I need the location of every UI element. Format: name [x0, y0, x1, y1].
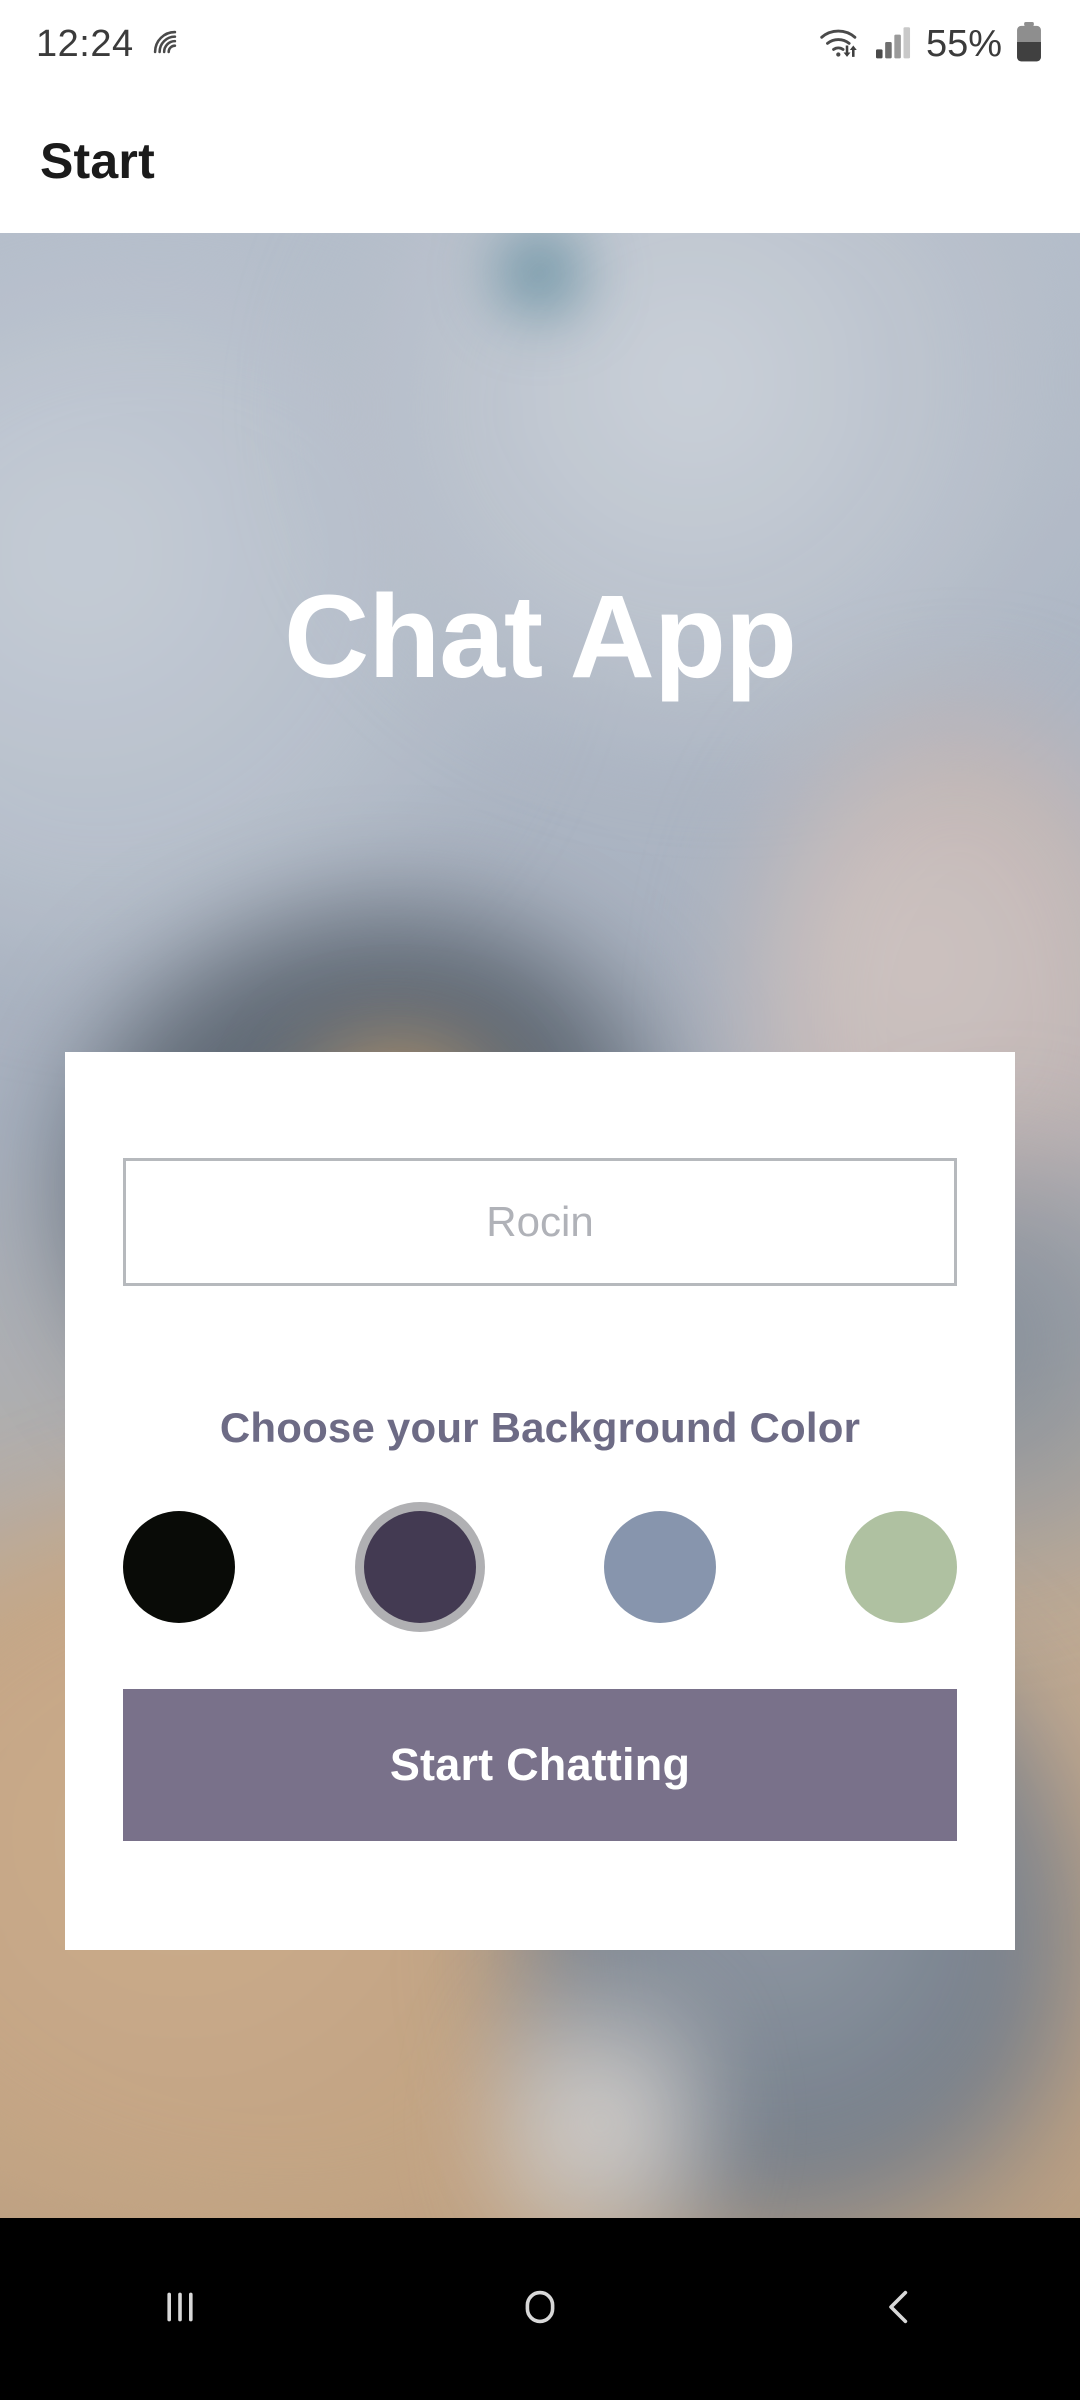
recents-icon [153, 2280, 207, 2339]
battery-icon [1014, 21, 1044, 68]
home-button[interactable] [360, 2218, 720, 2400]
start-card: Choose your Background Color Start Chatt… [65, 1052, 1015, 1950]
background-color-label: Choose your Background Color [219, 1404, 861, 1451]
color-swatch-dark-purple[interactable] [363, 1511, 476, 1623]
color-swatch-sage-green[interactable] [844, 1511, 957, 1623]
back-button[interactable] [720, 2218, 1080, 2400]
status-bar-clock: 12:24 [36, 22, 134, 65]
page-title: Start [40, 132, 155, 189]
recents-button[interactable] [0, 2218, 360, 2400]
color-swatch-list [123, 1507, 957, 1627]
status-bar: 12:24 55% [0, 0, 1080, 88]
nfc-icon [148, 25, 182, 64]
wifi-icon [818, 23, 862, 66]
status-bar-right: 55% [818, 21, 1044, 68]
back-icon [873, 2280, 927, 2339]
battery-percent-label: 55% [925, 22, 1002, 65]
color-swatch-black[interactable] [123, 1511, 235, 1623]
cellular-signal-icon [874, 24, 914, 65]
start-chatting-button[interactable]: Start Chatting [123, 1689, 957, 1841]
username-input[interactable] [123, 1158, 957, 1286]
app-bar: Start [0, 88, 1080, 233]
home-icon [513, 2280, 567, 2339]
phone-screen: 12:24 55% Start Chat App Rocin Choose yo… [0, 0, 1080, 2400]
status-bar-left: 12:24 [36, 23, 182, 66]
color-swatch-slate-blue[interactable] [604, 1511, 717, 1623]
android-navigation-bar [0, 2218, 1080, 2400]
